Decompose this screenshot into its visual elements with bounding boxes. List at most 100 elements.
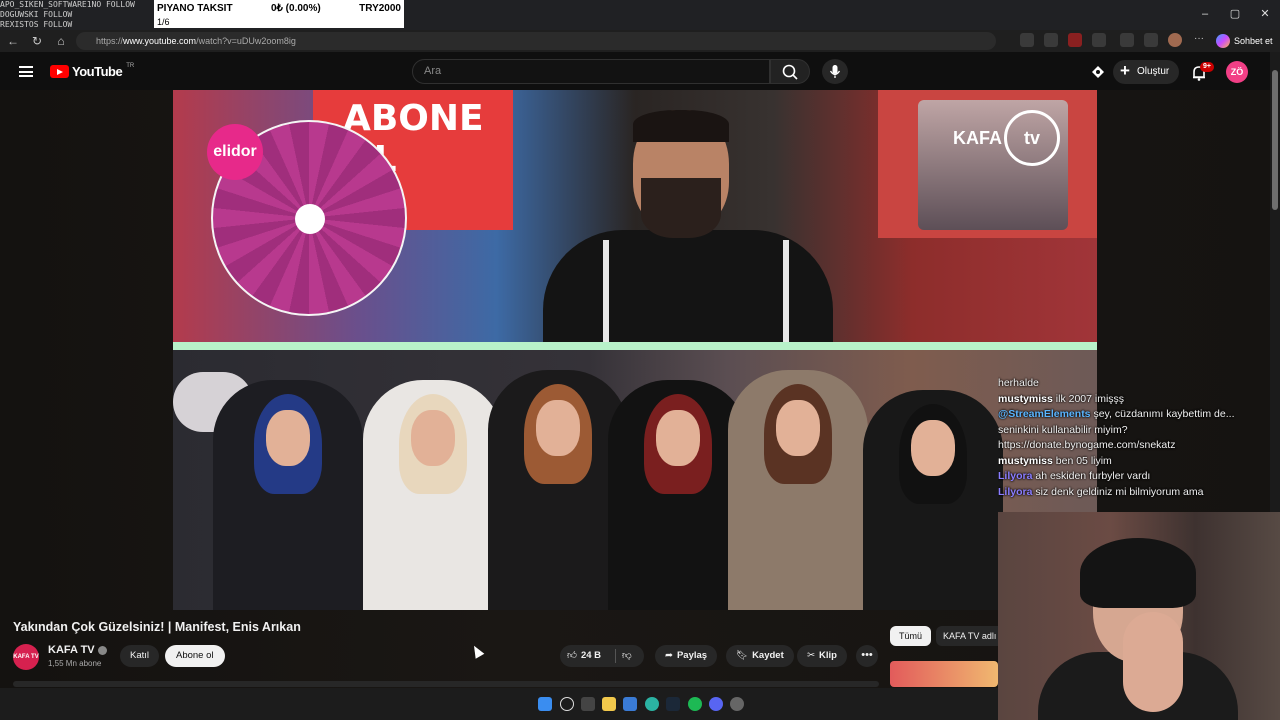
share-button[interactable]: ➦ Paylaş — [655, 645, 718, 667]
chat-username: Lilyora — [998, 470, 1033, 482]
youtube-wordmark: YouTube — [72, 64, 123, 79]
video-player[interactable]: ABONE OL KAFAtv elidor — [173, 90, 1097, 610]
browser-titlebar: APO_SIKEN_SOFTWARE1NO FOLLOW DOGUWSKI FO… — [0, 0, 1280, 30]
extension-icon[interactable] — [1120, 33, 1134, 47]
close-window-button[interactable]: ✕ — [1250, 4, 1280, 24]
youtube-logo[interactable]: YouTube TR — [50, 63, 134, 79]
home-icon[interactable]: ⌂ — [52, 32, 70, 50]
copilot-label: Sohbet et — [1234, 36, 1273, 46]
split-divider — [173, 342, 1097, 350]
back-icon[interactable]: ← — [4, 32, 22, 50]
file-explorer-icon[interactable] — [602, 697, 616, 711]
chat-message: https://donate.bynogame.com/snekatz — [998, 438, 1278, 454]
search-icon[interactable] — [560, 697, 574, 711]
chat-message: Lilyora ah eskiden furbyler vardı — [998, 469, 1278, 485]
settings-icon[interactable] — [730, 697, 744, 711]
kafa-tv-logo: KAFA tv — [953, 110, 1060, 166]
description-box-edge — [13, 681, 879, 687]
chat-message: herhalde — [998, 376, 1278, 392]
minimize-button[interactable]: – — [1190, 4, 1220, 24]
chat-text: ilk 2007 imişşş — [1055, 392, 1125, 405]
ticker-price: TRY2000 — [359, 3, 401, 14]
search-input[interactable]: Ara — [412, 59, 770, 84]
clip-button[interactable]: ✂ Klip — [797, 645, 847, 667]
page-scrollbar[interactable] — [1270, 52, 1280, 512]
stream-ticker-overlay: PIYANO TAKSIT 0₺ (0.00%) TRY2000 1/6 — [154, 0, 404, 28]
overlay-line-1: APO_SIKEN_SOFTWARE1NO FOLLOW — [0, 0, 135, 9]
extension-icon[interactable] — [1068, 33, 1082, 47]
extension-icon[interactable] — [1092, 33, 1106, 47]
create-button[interactable]: Oluştur — [1113, 59, 1180, 84]
copilot-button[interactable]: Sohbet et — [1216, 32, 1273, 50]
chat-message: mustymiss ben 05 liyim — [998, 454, 1278, 470]
verified-icon — [97, 645, 107, 655]
extension-icon[interactable] — [1020, 33, 1034, 47]
share-icon: ➦ — [665, 650, 673, 661]
streamer-webcam — [998, 512, 1280, 720]
edge-icon[interactable] — [645, 697, 659, 711]
save-button[interactable]: 🔖︎ Kaydet — [726, 645, 794, 667]
like-button[interactable]: 👍︎ 24 B — [567, 645, 601, 667]
guest-figure — [608, 380, 748, 610]
more-menu-icon[interactable]: ··· — [1192, 33, 1206, 47]
discord-icon[interactable] — [709, 697, 723, 711]
chat-text: seninkini kullanabilir miyim? — [998, 423, 1128, 436]
chat-text: ah eskiden furbyler vardı — [1035, 470, 1151, 482]
host-figure — [533, 110, 833, 342]
search-icon — [782, 64, 798, 80]
chip-channel[interactable]: KAFA TV adlı — [936, 626, 998, 646]
maximize-button[interactable]: ▢ — [1220, 4, 1250, 24]
ticker-page: 1/6 — [157, 17, 170, 27]
video-scene-top: ABONE OL KAFAtv elidor — [173, 90, 1097, 342]
chat-username: @StreamElements — [998, 408, 1091, 420]
scrollbar-thumb[interactable] — [1272, 70, 1278, 210]
dislike-button[interactable]: 👎︎ — [622, 645, 636, 667]
channel-name[interactable]: KAFA TV — [48, 644, 107, 656]
chat-message: seninkini kullanabilir miyim? — [998, 423, 1278, 439]
like-dislike-group: 👍︎ 24 B 👎︎ — [560, 645, 644, 667]
chip-all[interactable]: Tümü — [890, 626, 932, 646]
overlay-line-2: DOGUWSKI FOLLOW — [0, 10, 73, 19]
chat-text: ben 05 liyim — [1055, 454, 1112, 467]
thumbs-up-icon: 👍︎ — [567, 650, 577, 661]
profile-icon[interactable] — [1168, 33, 1182, 47]
refresh-icon[interactable]: ↻ — [28, 32, 46, 50]
subscriber-count: 1,55 Mn abone — [48, 659, 102, 668]
store-icon[interactable] — [623, 697, 637, 711]
live-icon[interactable] — [1088, 62, 1108, 82]
guest-figure — [863, 390, 1003, 610]
chat-text: şey, cüzdanımı kaybettim de... — [1093, 408, 1235, 420]
start-icon[interactable] — [538, 697, 552, 711]
chat-username: mustymiss — [998, 392, 1053, 405]
microphone-icon — [829, 65, 841, 78]
url-input[interactable]: https://www.youtube.com/watch?v=uDUw2oom… — [76, 32, 996, 50]
task-view-icon[interactable] — [581, 697, 595, 711]
steam-icon[interactable] — [666, 697, 680, 711]
channel-avatar[interactable]: KAFA TV — [13, 644, 39, 670]
video-title: Yakından Çok Güzelsiniz! | Manifest, Eni… — [13, 620, 301, 634]
bookmark-icon: 🔖︎ — [736, 650, 749, 661]
recommended-thumbnail[interactable] — [890, 661, 998, 687]
spotify-icon[interactable] — [688, 697, 702, 711]
guest-figure — [363, 380, 503, 610]
chat-message: mustymiss ilk 2007 imişşş — [998, 392, 1278, 408]
guest-figure — [488, 370, 628, 610]
chat-message: Lilyora siz denk geldiniz mi bilmiyorum … — [998, 485, 1278, 501]
chat-text: https://donate.bynogame.com/snekatz — [998, 439, 1176, 451]
notification-count-badge: 9+ — [1200, 62, 1214, 72]
ticker-change: 0₺ (0.00%) — [270, 3, 321, 14]
favorites-icon[interactable] — [1144, 33, 1158, 47]
extension-icon[interactable] — [1044, 33, 1058, 47]
subscribe-button[interactable]: Abone ol — [165, 645, 225, 667]
thumbs-down-icon: 👎︎ — [622, 650, 632, 661]
join-button[interactable]: Katıl — [120, 645, 160, 667]
more-actions-button[interactable]: ••• — [856, 645, 878, 667]
chat-text: herhalde — [998, 377, 1039, 389]
menu-icon[interactable] — [19, 66, 33, 77]
guest-figure — [213, 380, 363, 610]
browser-tab[interactable]: APO_SIKEN_SOFTWARE1NO FOLLOW DOGUWSKI FO… — [0, 0, 160, 30]
voice-search-button[interactable] — [822, 59, 848, 84]
search-button[interactable] — [770, 59, 810, 84]
youtube-header: YouTube TR Ara Oluştur 9+ ZÖ — [0, 52, 1270, 90]
account-avatar[interactable]: ZÖ — [1226, 61, 1248, 83]
